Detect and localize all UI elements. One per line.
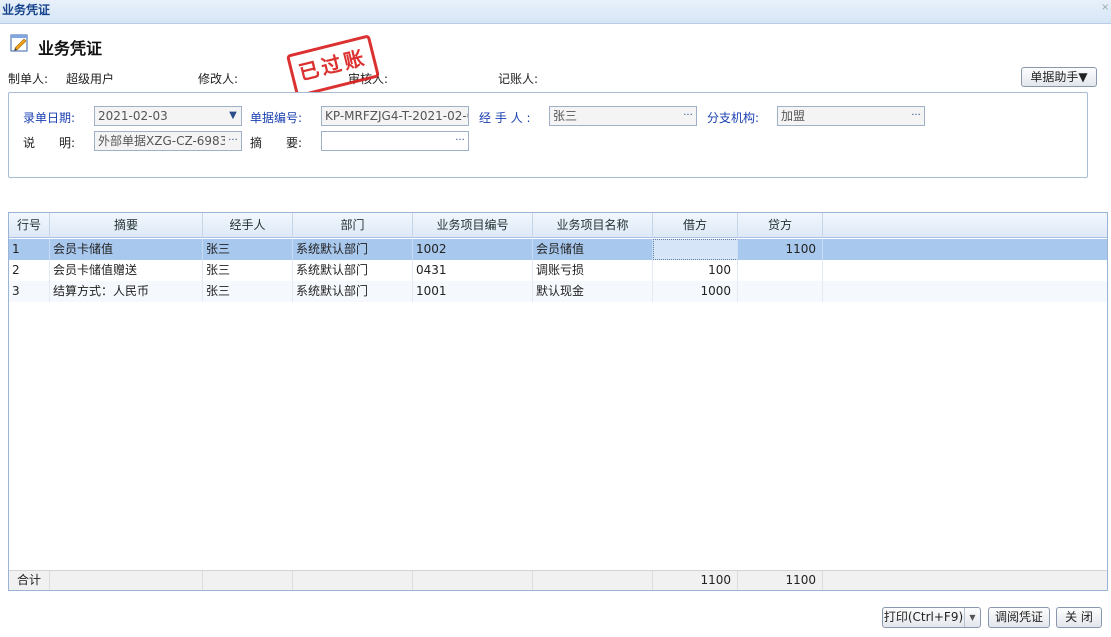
row-handler[interactable]: 张三 [203,239,293,260]
table-row[interactable]: 3 结算方式：人民币 张三 系统默认部门 1001 默认现金 1000 [9,281,1107,302]
branch-label: 分支机构: [707,111,760,125]
close-icon[interactable]: × [1101,3,1109,13]
total-empty-cell [293,571,413,590]
ellipsis-icon[interactable]: ··· [225,132,241,150]
column-header-summary[interactable]: 摘要 [50,213,203,238]
handler-label: 经 手 人 : [479,111,531,125]
row-item-code[interactable]: 0431 [413,260,533,281]
note-value: 外部单据XZG-CZ-6983 [98,134,228,148]
table-row[interactable]: 1 会员卡储值 张三 系统默认部门 1002 会员储值 1100 [9,239,1107,260]
voucher-grid: 行号 摘要 经手人 部门 业务项目编号 业务项目名称 借方 贷方 1 会员卡储值… [8,212,1108,591]
document-edit-icon [10,34,28,52]
row-dept[interactable]: 系统默认部门 [293,281,413,302]
row-handler[interactable]: 张三 [203,281,293,302]
print-button-label: 打印(Ctrl+F9) [883,610,964,624]
column-header-row-no[interactable]: 行号 [9,213,50,238]
total-debit: 1100 [653,571,738,590]
row-debit[interactable]: 1000 [653,281,738,302]
print-button[interactable]: 打印(Ctrl+F9) ▼ [882,607,981,628]
window-title: 业务凭证 [2,3,51,17]
total-empty-cell [533,571,653,590]
chevron-down-icon[interactable]: ▼ [964,608,980,627]
view-voucher-button[interactable]: 调阅凭证 [988,607,1050,628]
doc-no-label: 单据编号: [250,111,303,125]
column-header-item-code[interactable]: 业务项目编号 [413,213,533,238]
row-credit[interactable] [738,281,823,302]
column-header-debit[interactable]: 借方 [653,213,738,238]
column-header-dept[interactable]: 部门 [293,213,413,238]
date-field[interactable]: 2021-02-03 ▼ [94,106,242,126]
column-header-handler[interactable]: 经手人 [203,213,293,238]
chevron-down-icon[interactable]: ▼ [225,107,241,125]
total-empty-cell [50,571,203,590]
date-label: 录单日期: [23,111,76,125]
row-item-name[interactable]: 会员储值 [533,239,653,260]
table-row[interactable]: 2 会员卡储值赠送 张三 系统默认部门 0431 调账亏损 100 [9,260,1107,281]
ellipsis-icon[interactable]: ··· [680,107,696,125]
note-label: 说 明: [23,136,76,150]
document-helper-button[interactable]: 单据助手▼ [1021,67,1097,87]
ellipsis-icon[interactable]: ··· [908,107,924,125]
total-row: 合计 1100 1100 [9,570,1107,590]
row-credit[interactable] [738,260,823,281]
handler-field[interactable]: 张三 ··· [549,106,697,126]
row-item-name[interactable]: 默认现金 [533,281,653,302]
row-item-code[interactable]: 1002 [413,239,533,260]
row-dept[interactable]: 系统默认部门 [293,260,413,281]
row-no: 3 [9,281,50,302]
branch-field[interactable]: 加盟 ··· [777,106,925,126]
total-empty-cell [413,571,533,590]
row-item-code[interactable]: 1001 [413,281,533,302]
handler-value: 张三 [553,109,578,123]
page-title: 业务凭证 [38,39,103,58]
row-item-name[interactable]: 调账亏损 [533,260,653,281]
creator-label: 制单人: [8,72,49,86]
window-titlebar: 业务凭证 × [0,0,1111,24]
total-empty-cell [203,571,293,590]
header-form-panel: 录单日期: 2021-02-03 ▼ 单据编号: KP-MRFZJG4-T-20… [8,92,1088,178]
branch-value: 加盟 [781,109,806,123]
row-summary[interactable]: 结算方式：人民币 [50,281,203,302]
row-debit[interactable] [653,239,738,260]
creator-value: 超级用户 [66,72,115,86]
row-no: 1 [9,239,50,260]
ellipsis-icon[interactable]: ··· [452,132,468,150]
summary-field[interactable]: ··· [321,131,469,151]
row-handler[interactable]: 张三 [203,260,293,281]
doc-no-field[interactable]: KP-MRFZJG4-T-2021-02-0 [321,106,469,126]
summary-label: 摘 要: [250,136,303,150]
total-label: 合计 [9,571,50,590]
row-summary[interactable]: 会员卡储值 [50,239,203,260]
date-value: 2021-02-03 [98,109,168,123]
bookkeeper-label: 记账人: [498,72,539,86]
close-button[interactable]: 关 闭 [1056,607,1102,628]
row-debit[interactable]: 100 [653,260,738,281]
note-field[interactable]: 外部单据XZG-CZ-6983 ··· [94,131,242,151]
modifier-label: 修改人: [198,72,239,86]
row-dept[interactable]: 系统默认部门 [293,239,413,260]
row-credit[interactable]: 1100 [738,239,823,260]
column-header-item-name[interactable]: 业务项目名称 [533,213,653,238]
grid-header: 行号 摘要 经手人 部门 业务项目编号 业务项目名称 借方 贷方 [9,213,1107,238]
row-summary[interactable]: 会员卡储值赠送 [50,260,203,281]
row-no: 2 [9,260,50,281]
column-header-credit[interactable]: 贷方 [738,213,823,238]
total-credit: 1100 [738,571,823,590]
posted-stamp: 已过账 [285,34,381,98]
doc-no-value: KP-MRFZJG4-T-2021-02-0 [325,109,469,123]
